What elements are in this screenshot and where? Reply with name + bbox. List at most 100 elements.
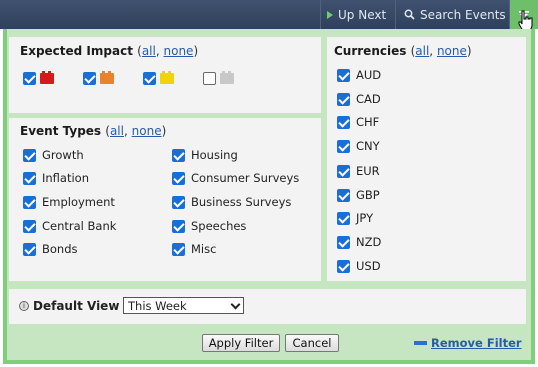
up-next-label: Up Next xyxy=(338,7,387,22)
currencies-title: Currencies xyxy=(334,44,407,58)
currency-jpy[interactable]: JPY xyxy=(337,211,373,225)
currency-checkbox[interactable] xyxy=(337,139,350,153)
currency-label: GBP xyxy=(356,188,380,202)
event-type-label: Misc xyxy=(191,242,217,256)
event-types-select-links: (all, none) xyxy=(105,124,166,138)
currency-checkbox[interactable] xyxy=(337,235,350,249)
currency-checkbox[interactable] xyxy=(337,115,350,129)
impact-high-checkbox[interactable] xyxy=(23,72,36,85)
medium-impact-icon xyxy=(100,71,114,84)
event-type-label: Housing xyxy=(191,148,238,162)
default-view-section: i Default View This Week xyxy=(9,289,526,324)
event-type-checkbox[interactable] xyxy=(23,242,36,256)
default-view-label-row: i Default View xyxy=(19,299,119,313)
impact-medium-checkbox[interactable] xyxy=(83,72,96,85)
expected-impact-section: Expected Impact (all, none) xyxy=(9,37,321,113)
impact-level-none[interactable] xyxy=(203,71,234,85)
expected-impact-title-row: Expected Impact (all, none) xyxy=(20,44,198,58)
impact-level-low[interactable] xyxy=(143,71,174,85)
event-types-select-none-link[interactable]: none xyxy=(132,124,162,138)
default-view-selected-value: This Week xyxy=(128,298,187,313)
minus-icon xyxy=(414,341,427,345)
search-icon xyxy=(404,9,415,20)
currency-checkbox[interactable] xyxy=(337,259,350,273)
high-impact-icon xyxy=(40,71,54,84)
currency-checkbox[interactable] xyxy=(337,68,350,82)
event-type-checkbox[interactable] xyxy=(172,195,185,209)
event-type-business-surveys[interactable]: Business Surveys xyxy=(172,195,291,209)
impact-select-none-link[interactable]: none xyxy=(164,44,194,58)
currencies-select-all-link[interactable]: all xyxy=(415,44,429,58)
event-type-consumer-surveys[interactable]: Consumer Surveys xyxy=(172,171,299,185)
currency-cny[interactable]: CNY xyxy=(337,139,380,153)
event-types-section: Event Types (all, none) Growth Inflation… xyxy=(9,118,321,281)
event-type-bonds[interactable]: Bonds xyxy=(23,242,78,256)
remove-filter-link[interactable]: Remove Filter xyxy=(414,336,522,350)
currencies-title-row: Currencies (all, none) xyxy=(334,44,472,58)
event-type-label: Consumer Surveys xyxy=(191,171,300,185)
currency-checkbox[interactable] xyxy=(337,164,350,178)
currency-aud[interactable]: AUD xyxy=(337,68,381,82)
default-view-label: Default View xyxy=(33,299,120,313)
currency-eur[interactable]: EUR xyxy=(337,164,380,178)
impact-level-high[interactable] xyxy=(23,71,54,85)
remove-filter-label: Remove Filter xyxy=(431,336,522,350)
currency-label: CNY xyxy=(356,139,380,153)
impact-low-checkbox[interactable] xyxy=(143,72,156,85)
currencies-select-none-link[interactable]: none xyxy=(437,44,467,58)
impact-none-checkbox[interactable] xyxy=(203,72,216,85)
impact-select-all-link[interactable]: all xyxy=(142,44,156,58)
event-type-central-bank[interactable]: Central Bank xyxy=(23,219,116,233)
event-type-growth[interactable]: Growth xyxy=(23,148,84,162)
event-type-label: Bonds xyxy=(42,242,78,256)
curr-close-paren: ) xyxy=(466,44,472,58)
event-type-misc[interactable]: Misc xyxy=(172,242,216,256)
no-impact-icon xyxy=(220,71,234,84)
currency-chf[interactable]: CHF xyxy=(337,115,379,129)
currency-checkbox[interactable] xyxy=(337,92,350,106)
currency-cad[interactable]: CAD xyxy=(337,92,381,106)
currency-label: CAD xyxy=(356,92,381,106)
event-type-label: Inflation xyxy=(42,171,89,185)
low-impact-icon xyxy=(160,71,174,84)
currency-label: CHF xyxy=(356,115,380,129)
play-icon xyxy=(327,10,333,19)
event-type-label: Business Surveys xyxy=(191,195,292,209)
event-type-housing[interactable]: Housing xyxy=(172,148,238,162)
currency-label: NZD xyxy=(356,235,382,249)
event-type-checkbox[interactable] xyxy=(23,148,36,162)
currency-checkbox[interactable] xyxy=(337,211,350,225)
events-comma: , xyxy=(123,124,128,138)
currencies-select-links: (all, none) xyxy=(411,44,472,58)
impact-close-paren: ) xyxy=(193,44,199,58)
up-next-button[interactable]: Up Next xyxy=(320,0,395,29)
event-type-checkbox[interactable] xyxy=(172,242,185,256)
impact-comma: , xyxy=(155,44,160,58)
currency-usd[interactable]: USD xyxy=(337,259,381,273)
currency-label: EUR xyxy=(356,164,380,178)
event-type-checkbox[interactable] xyxy=(23,219,36,233)
search-events-button[interactable]: Search Events xyxy=(395,0,509,29)
event-type-checkbox[interactable] xyxy=(172,148,185,162)
event-types-title-row: Event Types (all, none) xyxy=(20,124,166,138)
event-type-label: Speeches xyxy=(191,219,247,233)
event-types-select-all-link[interactable]: all xyxy=(110,124,124,138)
currency-nzd[interactable]: NZD xyxy=(337,235,381,249)
currencies-section: Currencies (all, none) AUD CAD CHF CNY E… xyxy=(327,37,526,281)
event-type-checkbox[interactable] xyxy=(172,219,185,233)
currency-label: JPY xyxy=(356,211,374,225)
apply-filter-button[interactable]: Apply Filter xyxy=(202,334,280,352)
currency-checkbox[interactable] xyxy=(337,188,350,202)
event-type-employment[interactable]: Employment xyxy=(23,195,115,209)
currency-gbp[interactable]: GBP xyxy=(337,188,380,202)
impact-level-medium[interactable] xyxy=(83,71,114,85)
event-type-checkbox[interactable] xyxy=(23,171,36,185)
event-type-checkbox[interactable] xyxy=(23,195,36,209)
cancel-button[interactable]: Cancel xyxy=(285,334,339,352)
default-view-select[interactable]: This Week xyxy=(123,297,244,314)
event-type-checkbox[interactable] xyxy=(172,171,185,185)
event-type-speeches[interactable]: Speeches xyxy=(172,219,246,233)
event-type-label: Central Bank xyxy=(42,219,117,233)
impact-select-links: (all, none) xyxy=(137,44,198,58)
event-type-inflation[interactable]: Inflation xyxy=(23,171,89,185)
